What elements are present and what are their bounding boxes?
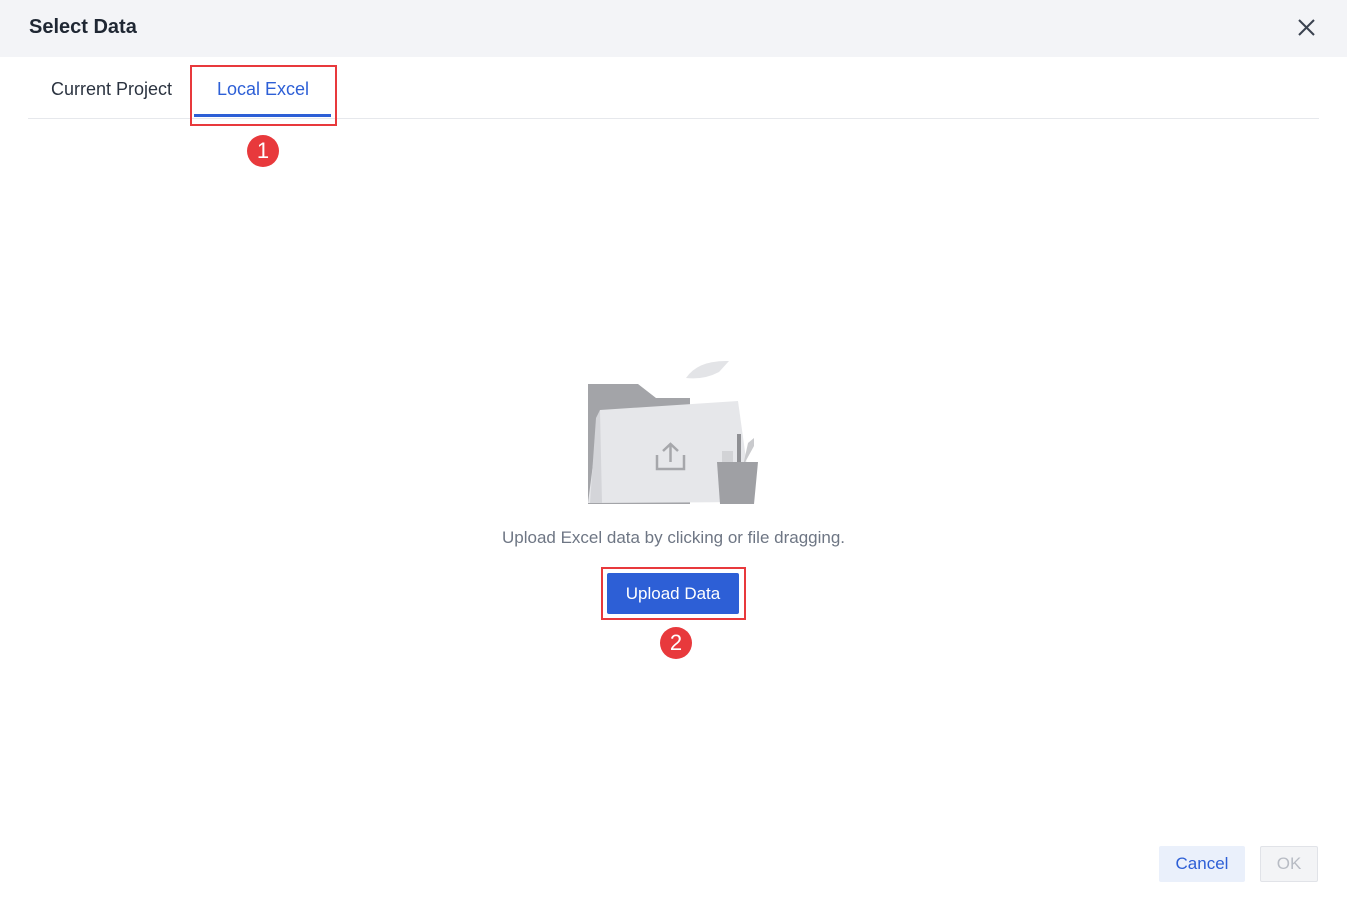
upload-data-button[interactable]: Upload Data: [607, 573, 739, 614]
dialog-title: Select Data: [29, 16, 137, 38]
upload-hint-text: Upload Excel data by clicking or file dr…: [501, 528, 846, 547]
close-icon: [1298, 19, 1315, 36]
ok-button[interactable]: OK: [1260, 846, 1318, 882]
dialog-header: Select Data: [0, 0, 1347, 57]
cancel-button[interactable]: Cancel: [1159, 846, 1245, 882]
folder-upload-illustration: [586, 358, 762, 506]
callout-highlight-tab: [190, 65, 337, 126]
close-button[interactable]: [1291, 13, 1321, 43]
callout-badge-1: 1: [247, 135, 279, 167]
tab-current-project[interactable]: Current Project: [51, 79, 172, 100]
callout-badge-2: 2: [660, 627, 692, 659]
